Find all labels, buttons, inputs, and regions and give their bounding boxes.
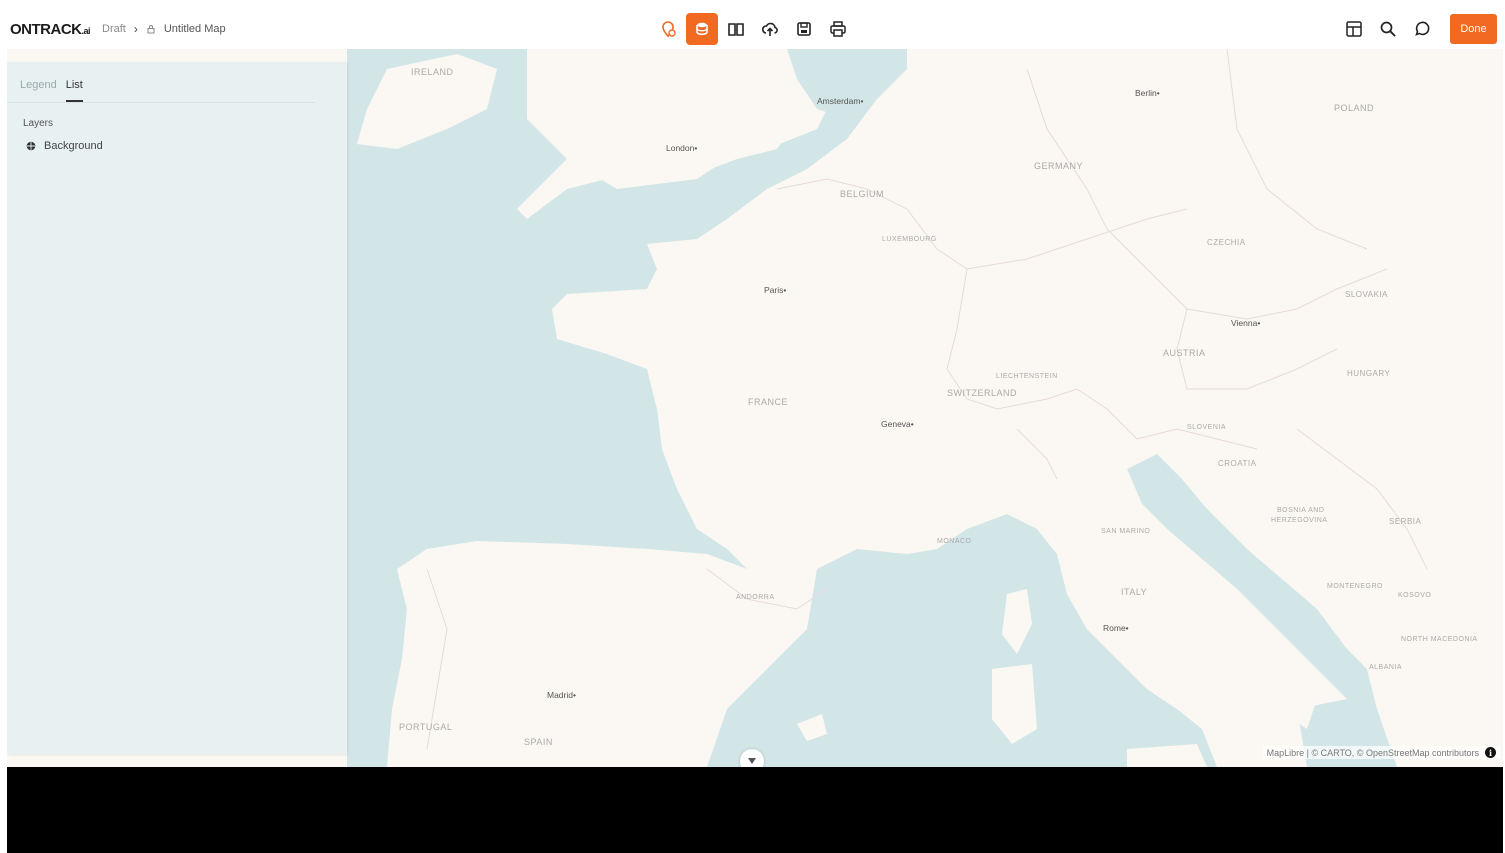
label-kosovo: KOSOVO xyxy=(1398,592,1431,599)
label-albania: ALBANIA xyxy=(1369,664,1402,671)
city-rome: Rome• xyxy=(1103,623,1129,633)
breadcrumb-draft[interactable]: Draft xyxy=(102,23,126,35)
layers-icon xyxy=(696,22,708,36)
logo-suffix: .ai xyxy=(81,25,91,36)
book-tool-button[interactable] xyxy=(720,13,752,45)
map-pin-tool-button[interactable] xyxy=(652,13,684,45)
chevron-down-icon xyxy=(748,758,756,764)
table-view-button[interactable] xyxy=(1338,13,1370,45)
label-san-marino: SAN MARINO xyxy=(1101,528,1150,535)
label-ireland: IRELAND xyxy=(411,67,454,77)
city-paris: Paris• xyxy=(764,285,786,295)
label-north-macedonia: NORTH MACEDONIA xyxy=(1401,636,1478,643)
layers-panel: Legend List Layers Background xyxy=(7,62,347,754)
label-croatia: CROATIA xyxy=(1218,459,1257,468)
tab-list[interactable]: List xyxy=(65,79,83,102)
logo-text: ONTRACK xyxy=(10,20,82,38)
label-bosnia-2: HERZEGOVINA xyxy=(1271,517,1327,524)
label-luxembourg: LUXEMBOURG xyxy=(882,236,937,243)
chevron-right-icon: › xyxy=(133,22,138,36)
app-window: IRELAND POLAND GERMANY BELGIUM LUXEMBOUR… xyxy=(7,9,1503,767)
comment-icon xyxy=(1415,21,1430,36)
label-serbia: SERBIA xyxy=(1389,517,1422,526)
label-montenegro: MONTENEGRO xyxy=(1327,583,1383,590)
panel-tabs: Legend List xyxy=(7,62,315,103)
label-belgium: BELGIUM xyxy=(840,189,884,199)
label-germany: GERMANY xyxy=(1034,161,1083,171)
label-monaco: MONACO xyxy=(937,538,972,545)
map-attribution: MapLibre | © CARTO, © OpenStreetMap cont… xyxy=(1262,746,1500,759)
table-icon xyxy=(1346,21,1362,37)
label-andorra: ANDORRA xyxy=(736,594,775,601)
map-title[interactable]: Untitled Map xyxy=(164,23,226,35)
app-logo[interactable]: ONTRACK.ai xyxy=(10,21,90,38)
label-switzerland: SWITZERLAND xyxy=(947,388,1017,398)
layer-item-background[interactable]: Background xyxy=(26,140,347,152)
city-geneva: Geneva• xyxy=(881,419,914,429)
black-letterbox-bar xyxy=(7,767,1503,853)
save-tool-button[interactable] xyxy=(788,13,820,45)
city-vienna: Vienna• xyxy=(1231,318,1260,328)
city-amsterdam: Amsterdam• xyxy=(817,96,863,106)
layers-tool-button[interactable] xyxy=(686,13,718,45)
map-pin-icon xyxy=(662,21,676,38)
label-hungary: HUNGARY xyxy=(1347,369,1391,378)
bottom-drawer-toggle[interactable] xyxy=(740,749,764,767)
search-button[interactable] xyxy=(1372,13,1404,45)
label-spain: SPAIN xyxy=(524,737,553,747)
upload-tool-button[interactable] xyxy=(754,13,786,45)
search-icon xyxy=(1380,21,1396,37)
city-london: London• xyxy=(666,143,697,153)
city-madrid: Madrid• xyxy=(547,690,576,700)
lock-icon xyxy=(147,25,155,34)
right-toolbar: Done xyxy=(1338,13,1503,45)
top-bar: ONTRACK.ai Draft › Untitled Map Done xyxy=(7,9,1503,49)
label-poland: POLAND xyxy=(1334,103,1374,113)
book-icon xyxy=(728,23,744,36)
label-bosnia-1: BOSNIA AND xyxy=(1277,507,1324,514)
center-toolbar xyxy=(652,13,854,45)
comments-button[interactable] xyxy=(1406,13,1438,45)
layers-section-label: Layers xyxy=(23,118,54,129)
info-icon[interactable]: i xyxy=(1485,747,1496,758)
layer-label: Background xyxy=(44,140,103,152)
done-button[interactable]: Done xyxy=(1450,14,1497,44)
tab-legend[interactable]: Legend xyxy=(20,79,57,102)
label-austria: AUSTRIA xyxy=(1163,348,1206,358)
breadcrumb: Draft › Untitled Map xyxy=(102,22,226,36)
label-france: FRANCE xyxy=(748,397,788,407)
label-liechtenstein: LIECHTENSTEIN xyxy=(996,373,1058,380)
label-slovenia: SLOVENIA xyxy=(1187,424,1226,431)
save-icon xyxy=(797,22,811,36)
print-icon xyxy=(830,21,846,37)
label-czechia: CZECHIA xyxy=(1207,238,1246,247)
print-tool-button[interactable] xyxy=(822,13,854,45)
label-portugal: PORTUGAL xyxy=(399,722,452,732)
attribution-text[interactable]: MapLibre | © CARTO, © OpenStreetMap cont… xyxy=(1267,748,1479,758)
city-berlin: Berlin• xyxy=(1135,88,1160,98)
background-layer-icon xyxy=(26,141,36,151)
label-italy: ITALY xyxy=(1121,587,1147,597)
upload-cloud-icon xyxy=(761,22,778,36)
label-slovakia: SLOVAKIA xyxy=(1345,290,1388,299)
